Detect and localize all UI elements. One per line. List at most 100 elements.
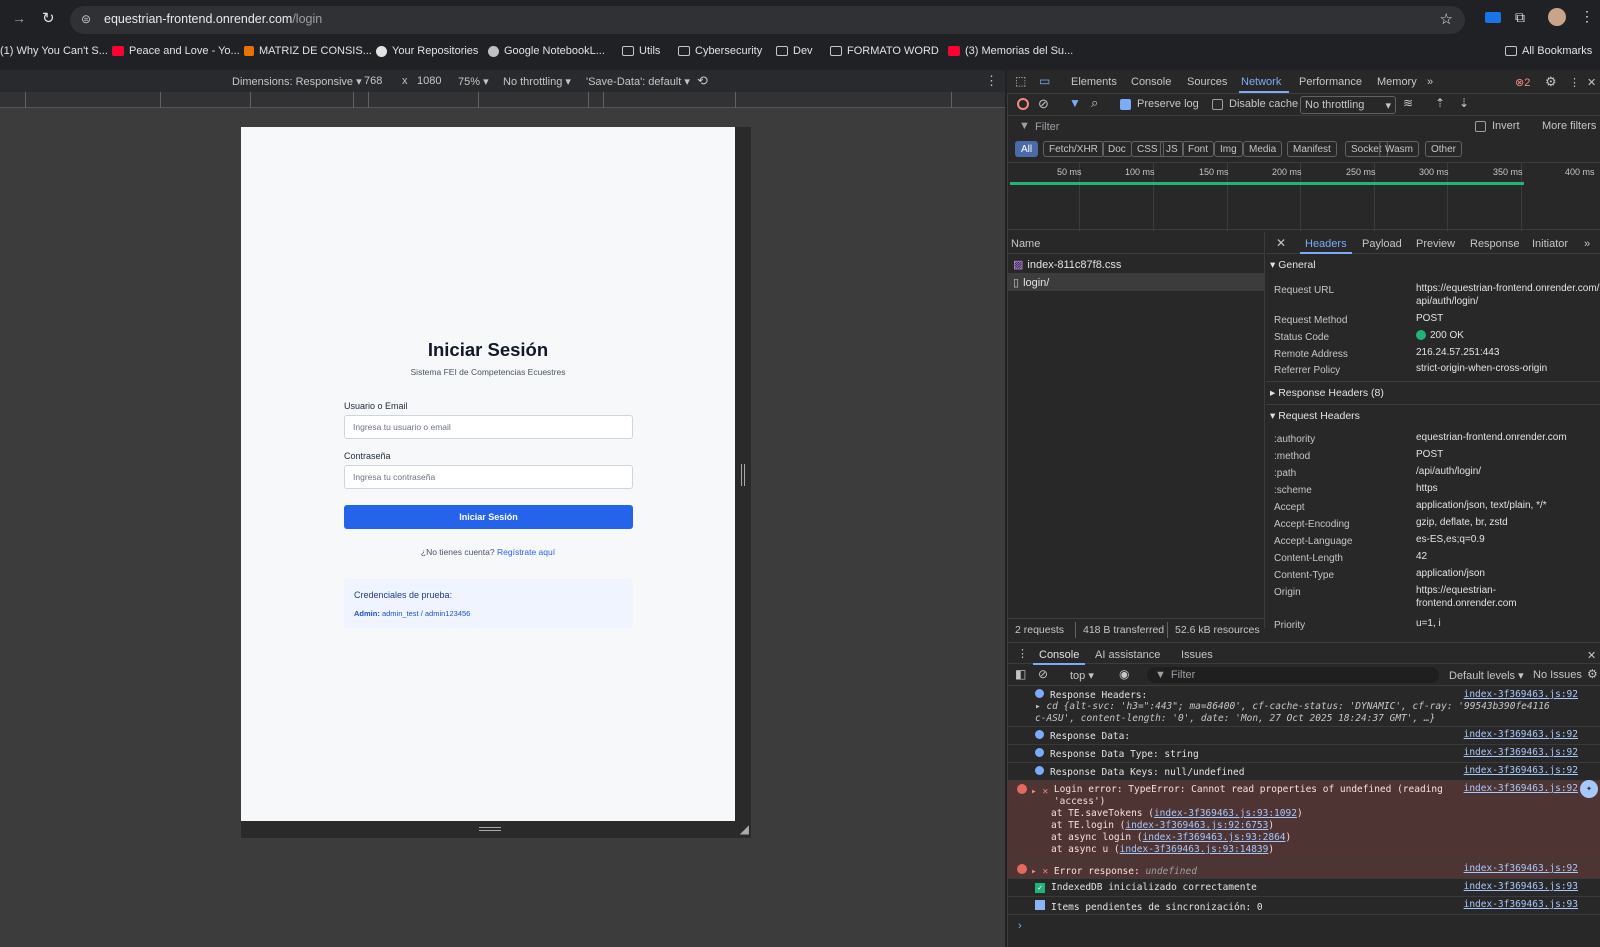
general-section-toggle[interactable]: ▾ General [1270, 259, 1316, 271]
no-issues-badge[interactable]: No Issues [1533, 669, 1582, 681]
address-bar[interactable]: ⊜ equestrian-frontend.onrender.com/login… [70, 6, 1465, 34]
live-expression-eye-icon[interactable]: ◉ [1119, 667, 1129, 681]
width-input[interactable]: 768 [364, 75, 382, 87]
tab-sources[interactable]: Sources [1187, 76, 1227, 88]
register-link[interactable]: Regístrate aquí [497, 547, 555, 557]
filter-chip-css[interactable]: CSS [1131, 141, 1164, 157]
console-settings-icon[interactable]: ⚙ [1587, 667, 1598, 681]
filter-chip-wasm[interactable]: Wasm [1379, 141, 1419, 157]
more-tabs-icon[interactable]: » [1427, 76, 1433, 88]
name-column-header[interactable]: Name [1007, 232, 1265, 254]
stack-link[interactable]: index-3f369463.js:92:6753 [1125, 820, 1268, 831]
filter-chip-other[interactable]: Other [1425, 141, 1463, 157]
stack-link[interactable]: index-3f369463.js:93:1092 [1154, 808, 1297, 819]
resize-handle-right[interactable] [735, 127, 751, 821]
bookmark-star-icon[interactable]: ☆ [1440, 10, 1453, 28]
tab-elements[interactable]: Elements [1071, 76, 1117, 88]
network-overview-timeline[interactable]: 50 ms 100 ms 150 ms 200 ms 250 ms 300 ms… [1007, 162, 1600, 231]
site-info-icon[interactable]: ⊜ [81, 12, 91, 26]
tab-payload[interactable]: Payload [1362, 238, 1402, 250]
devtools-menu-icon[interactable]: ⋮ [1569, 76, 1580, 89]
tab-headers[interactable]: Headers [1305, 238, 1347, 250]
import-har-icon[interactable]: ⇡ [1435, 96, 1445, 110]
tab-memory[interactable]: Memory [1377, 76, 1417, 88]
rotate-icon[interactable]: ⟲ [697, 73, 708, 89]
tab-response[interactable]: Response [1470, 238, 1520, 250]
more-detail-tabs-icon[interactable]: » [1584, 238, 1590, 250]
response-headers-object[interactable]: ▸ cd {alt-svc: 'h3=":443"; ma=86400', cf… [1035, 701, 1555, 725]
tab-preview[interactable]: Preview [1416, 238, 1455, 250]
console-filter-input[interactable]: ▼ Filter [1147, 667, 1439, 683]
resize-handle-bottom[interactable]: ◢ [241, 821, 751, 838]
extension-icon[interactable] [1485, 12, 1501, 23]
stack-link[interactable]: index-3f369463.js:93:2864 [1143, 832, 1286, 843]
network-conditions-icon[interactable]: ≋ [1403, 96, 1413, 110]
record-icon[interactable] [1017, 98, 1029, 110]
log-source-link[interactable]: index-3f369463.js:92 [1464, 783, 1578, 794]
bookmark-folder[interactable]: Cybersecurity [678, 45, 762, 57]
bookmark-folder[interactable]: FORMATO WORD [830, 45, 939, 57]
response-headers-toggle[interactable]: ▸ Response Headers (8) [1270, 387, 1384, 399]
reload-icon[interactable]: ↻ [42, 9, 55, 27]
sidebar-toggle-icon[interactable]: ◧ [1015, 667, 1026, 681]
expand-error-icon[interactable]: ▸ ✕ [1031, 866, 1048, 877]
close-devtools-icon[interactable]: ✕ [1587, 76, 1596, 89]
tab-initiator[interactable]: Initiator [1532, 238, 1568, 250]
filter-chip-js[interactable]: JS [1160, 141, 1184, 157]
tab-network[interactable]: Network [1241, 76, 1281, 88]
invert-checkbox[interactable] [1475, 121, 1486, 132]
log-source-link[interactable]: index-3f369463.js:92 [1464, 689, 1578, 700]
error-count-badge[interactable]: ⊗2 [1515, 76, 1530, 89]
log-source-link[interactable]: index-3f369463.js:93 [1464, 899, 1578, 910]
expand-error-icon[interactable]: ▸ ✕ [1031, 786, 1048, 797]
settings-gear-icon[interactable]: ⚙ [1545, 74, 1557, 90]
drawer-tab-ai-assistance[interactable]: AI assistance [1095, 649, 1160, 661]
password-input[interactable]: Ingresa tu contraseña [344, 465, 633, 489]
profile-avatar[interactable] [1548, 8, 1566, 26]
bookmark-item[interactable]: MATRIZ DE CONSIS... [244, 45, 372, 57]
console-prompt[interactable]: › [1018, 920, 1022, 932]
context-select[interactable]: top ▾ [1070, 669, 1094, 682]
bookmark-item[interactable]: Peace and Love - Yo... [112, 45, 240, 57]
filter-chip-img[interactable]: Img [1214, 141, 1243, 157]
resize-corner-icon[interactable]: ◢ [740, 822, 749, 836]
filter-chip-doc[interactable]: Doc [1102, 141, 1132, 157]
zoom-select[interactable]: 75% ▾ [458, 75, 489, 88]
close-detail-icon[interactable]: ✕ [1276, 236, 1286, 250]
search-icon[interactable]: ⌕ [1091, 95, 1098, 111]
clear-icon[interactable]: ⊘ [1038, 96, 1049, 112]
login-submit-button[interactable]: Iniciar Sesión [344, 505, 633, 529]
filter-chip-all[interactable]: All [1015, 141, 1039, 157]
height-input[interactable]: 1080 [417, 75, 441, 87]
url-text[interactable]: equestrian-frontend.onrender.com/login [104, 12, 322, 26]
console-error-login[interactable]: ▸ ✕ Login error: TypeError: Cannot read … [1007, 780, 1600, 861]
tab-console[interactable]: Console [1131, 76, 1171, 88]
device-toggle-icon[interactable]: ▭ [1039, 74, 1050, 88]
bookmark-folder[interactable]: Utils [622, 45, 660, 57]
bookmark-item[interactable]: Google NotebookL... [488, 45, 605, 57]
network-filter-input[interactable]: Filter [1035, 121, 1455, 135]
filter-chip-manifest[interactable]: Manifest [1287, 141, 1337, 157]
more-filters-button[interactable]: More filters [1542, 120, 1596, 132]
log-source-link[interactable]: index-3f369463.js:93 [1464, 881, 1578, 892]
bookmark-item[interactable]: Your Repositories [376, 45, 478, 57]
filter-chip-media[interactable]: Media [1243, 141, 1283, 157]
ai-explain-icon[interactable]: ✦ [1580, 780, 1598, 798]
filter-chip-fetch[interactable]: Fetch/XHR [1043, 141, 1104, 157]
export-har-icon[interactable]: ⇣ [1459, 96, 1469, 110]
filter-chip-font[interactable]: Font [1182, 141, 1215, 157]
save-data-select[interactable]: 'Save-Data': default ▾ [586, 75, 690, 88]
forward-icon[interactable]: → [12, 10, 26, 26]
username-input[interactable]: Ingresa tu usuario o email [344, 415, 633, 439]
log-levels-select[interactable]: Default levels ▾ [1449, 669, 1524, 682]
log-source-link[interactable]: index-3f369463.js:92 [1464, 747, 1578, 758]
disable-cache-checkbox[interactable] [1212, 99, 1223, 110]
extensions-puzzle-icon[interactable]: ⧉ [1515, 9, 1525, 26]
drawer-tab-issues[interactable]: Issues [1181, 649, 1213, 661]
log-source-link[interactable]: index-3f369463.js:92 [1464, 729, 1578, 740]
drawer-tab-console[interactable]: Console [1039, 649, 1079, 661]
log-source-link[interactable]: index-3f369463.js:92 [1464, 765, 1578, 776]
stack-link[interactable]: index-3f369463.js:93:14839 [1120, 844, 1269, 855]
menu-kebab-icon[interactable]: ⋮ [1580, 8, 1594, 25]
filter-funnel-icon[interactable]: ▼ [1069, 96, 1081, 110]
